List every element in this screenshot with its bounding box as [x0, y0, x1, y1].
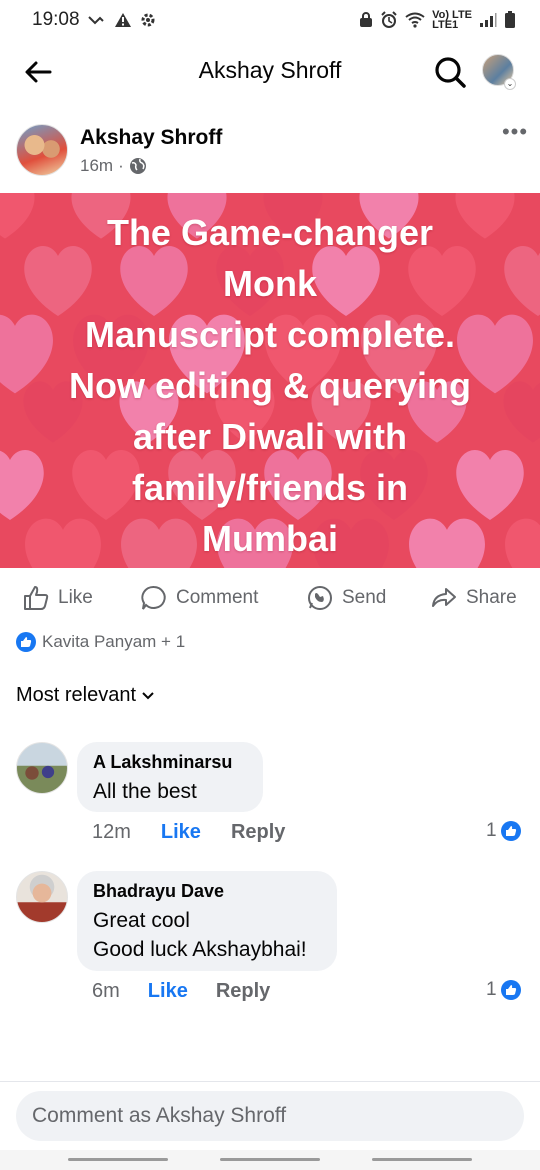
nav-home-button[interactable]: [220, 1158, 320, 1161]
author-name[interactable]: Akshay Shroff: [80, 126, 222, 150]
post-text-line: Monk: [223, 263, 317, 304]
sort-label: Most relevant: [16, 684, 137, 706]
comment-reaction-count[interactable]: 1: [486, 820, 521, 842]
status-bar: 19:08 Vo) LTE LTE1: [0, 0, 540, 40]
comment-reply-button[interactable]: Reply: [231, 821, 285, 844]
comment-reaction-count[interactable]: 1: [486, 979, 521, 1001]
post-text: The Game-changer Monk Manuscript complet…: [20, 207, 520, 564]
messenger-send-icon: [308, 586, 332, 610]
reaction-count: 1: [486, 979, 497, 1000]
share-arrow-icon: [432, 588, 456, 607]
profile-menu-button[interactable]: ⌄: [482, 54, 518, 90]
top-app-bar: Akshay Shroff ⌄: [0, 40, 540, 102]
clock: 19:08: [32, 9, 80, 30]
comment-reply-button[interactable]: Reply: [216, 980, 270, 1003]
reaction-count: 1: [486, 820, 497, 841]
send-button[interactable]: Send: [306, 578, 386, 618]
network-label: Vo) LTE LTE1: [432, 9, 472, 31]
post-text-line: The Game-changer: [106, 212, 434, 253]
post-text-line: Mumbai: [201, 518, 338, 559]
send-label: Send: [342, 587, 387, 608]
post-time[interactable]: 16m: [80, 156, 113, 176]
wifi-icon: [405, 12, 425, 28]
comment-text: Good luck Akshaybhai!: [93, 938, 307, 961]
comment-like-button[interactable]: Like: [161, 821, 201, 844]
reaction-names: Kavita Panyam + 1: [42, 632, 186, 651]
search-icon: [435, 57, 466, 88]
comment-input[interactable]: Comment as Akshay Shroff: [16, 1091, 524, 1141]
comment-like-button[interactable]: Like: [148, 980, 188, 1003]
more-options-icon[interactable]: •••: [500, 121, 530, 148]
reaction-summary[interactable]: Kavita Panyam + 1: [16, 632, 185, 652]
battery-icon: [504, 11, 516, 29]
comment-text: All the best: [93, 780, 197, 803]
comment-bubble: Bhadrayu Dave Great cool Good luck Aksha…: [77, 871, 337, 971]
comment-text: Great cool: [93, 909, 190, 932]
post-text-line: Manuscript complete.: [84, 314, 456, 355]
search-button[interactable]: [432, 54, 468, 90]
post-header: Akshay Shroff 16m · •••: [16, 121, 527, 180]
comment-bubble-icon: [141, 586, 166, 610]
chevron-down-icon: ⌄: [504, 78, 516, 90]
comment-label: Comment: [176, 587, 259, 608]
post-text-line: Now editing & querying: [69, 365, 471, 406]
system-nav-bar: [0, 1150, 540, 1170]
comment-sort-dropdown[interactable]: Most relevant: [16, 684, 154, 707]
nav-recents-button[interactable]: [68, 1158, 168, 1161]
author-avatar[interactable]: [16, 124, 68, 176]
comment-bubble: A Lakshminarsu All the best: [77, 742, 263, 812]
post-text-line: after Diwali with: [132, 416, 408, 457]
share-button[interactable]: Share: [430, 578, 517, 618]
chevron-down-icon: [142, 691, 154, 699]
comment-meta: 6m Like Reply: [92, 980, 270, 1003]
comment-input-placeholder: Comment as Akshay Shroff: [32, 1104, 287, 1127]
share-label: Share: [466, 587, 517, 608]
settings-gear-icon: [140, 12, 156, 28]
commenter-name[interactable]: A Lakshminarsu: [93, 752, 247, 773]
alert-icon: [114, 12, 132, 28]
meta-separator: ·: [118, 156, 124, 175]
post-background-banner: The Game-changer Monk Manuscript complet…: [0, 193, 540, 568]
signal-icon: [479, 12, 497, 28]
post-actions-bar: Like Comment Send Share: [0, 578, 540, 618]
commenter-avatar[interactable]: [16, 871, 68, 923]
thumbs-up-icon: [24, 586, 49, 610]
like-button[interactable]: Like: [22, 578, 93, 618]
like-label: Like: [58, 587, 93, 608]
comment-button[interactable]: Comment: [140, 578, 258, 618]
comment-time[interactable]: 12m: [92, 821, 131, 844]
comment-time[interactable]: 6m: [92, 980, 120, 1003]
commenter-avatar[interactable]: [16, 742, 68, 794]
lock-icon: [359, 12, 373, 28]
like-reaction-icon: [16, 632, 36, 652]
like-reaction-icon: [500, 821, 521, 841]
globe-icon: [129, 158, 146, 174]
nav-back-button[interactable]: [372, 1158, 472, 1161]
like-reaction-icon: [500, 980, 521, 1000]
commenter-name[interactable]: Bhadrayu Dave: [93, 881, 321, 902]
post-text-line: family/friends in: [131, 467, 409, 508]
divider: [0, 1081, 540, 1082]
comment-meta: 12m Like Reply: [92, 821, 285, 844]
alarm-icon: [380, 11, 398, 29]
post-meta: 16m ·: [80, 156, 147, 176]
missed-call-icon: [87, 14, 106, 26]
